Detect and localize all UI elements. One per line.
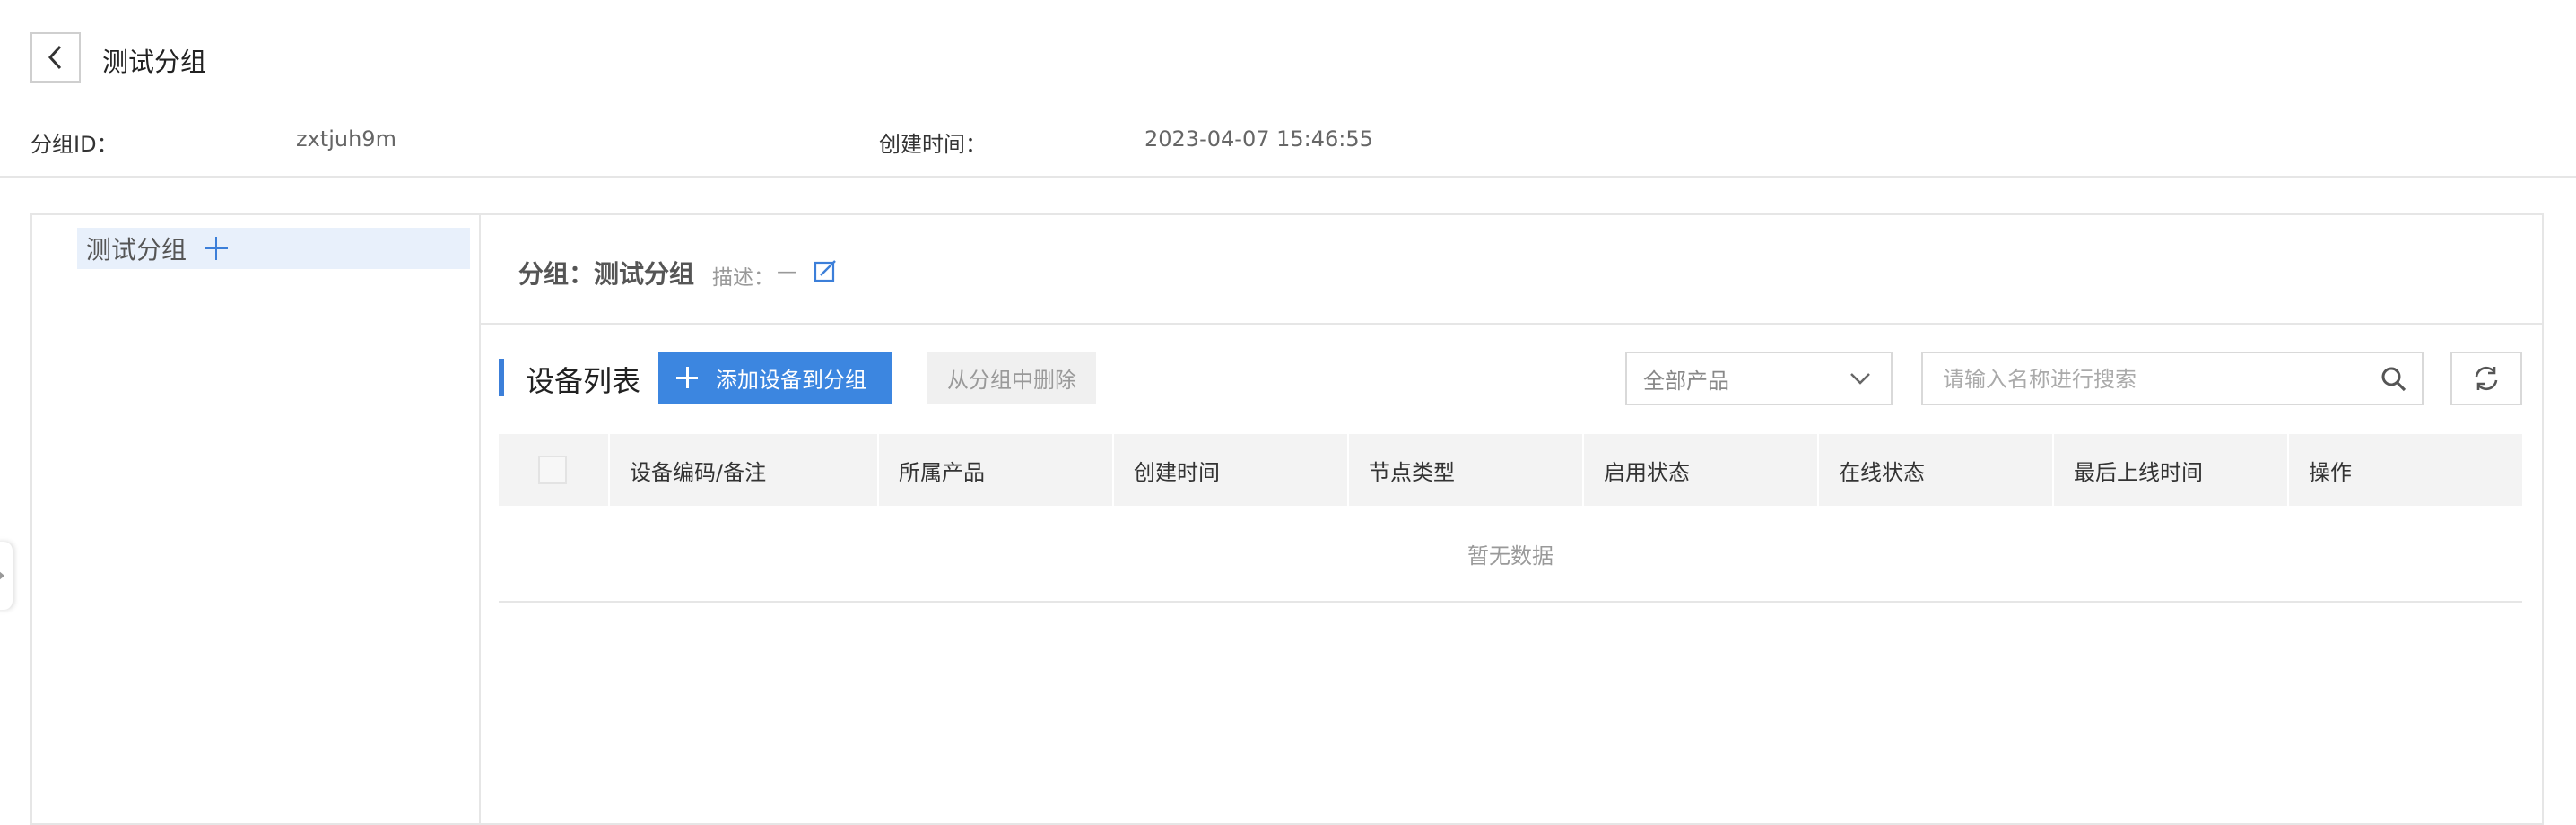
chevron-left-icon — [48, 45, 62, 70]
group-info-bar: 分组：测试分组 描述： — — [481, 215, 2542, 325]
back-button[interactable] — [30, 32, 81, 82]
search-icon[interactable] — [2380, 366, 2407, 393]
column-header-node-type: 节点类型 — [1347, 434, 1582, 506]
main-panel: 分组：测试分组 描述： — 设备列表 添加设备到分组 从分组中删除 全部产品 请… — [479, 213, 2544, 825]
empty-state-text: 暂无数据 — [499, 506, 2522, 603]
group-id-label: 分组ID： — [30, 132, 118, 157]
column-header-enable-status: 启用状态 — [1582, 434, 1817, 506]
edit-icon[interactable] — [813, 258, 838, 283]
add-device-label: 添加设备到分组 — [716, 368, 866, 393]
column-header-actions: 操作 — [2287, 434, 2522, 506]
group-name-label: 分组：测试分组 — [518, 259, 695, 289]
page-title: 测试分组 — [102, 47, 207, 77]
column-header-online-status: 在线状态 — [1817, 434, 2052, 506]
tree-node-group[interactable]: 测试分组 — [77, 228, 470, 269]
tree-node-label: 测试分组 — [86, 235, 187, 265]
table-header: 设备编码/备注 所属产品 创建时间 节点类型 启用状态 在线状态 最后上线时间 … — [499, 434, 2522, 506]
page-header: 测试分组 分组ID： zxtjuh9m 创建时间： 2023-04-07 15:… — [0, 0, 2576, 178]
add-subgroup-icon[interactable] — [205, 237, 229, 260]
chevron-down-icon — [1850, 373, 1870, 385]
remove-from-group-button[interactable]: 从分组中删除 — [927, 352, 1096, 404]
select-all-cell — [499, 434, 608, 506]
device-table: 设备编码/备注 所属产品 创建时间 节点类型 启用状态 在线状态 最后上线时间 … — [499, 434, 2522, 603]
column-header-last-online: 最后上线时间 — [2052, 434, 2287, 506]
plus-icon — [676, 367, 698, 388]
created-time-value: 2023-04-07 15:46:55 — [1144, 126, 1373, 152]
device-list-title: 设备列表 — [526, 364, 641, 398]
column-header-product: 所属产品 — [877, 434, 1112, 506]
created-time-label: 创建时间： — [879, 132, 987, 157]
add-device-to-group-button[interactable]: 添加设备到分组 — [658, 352, 892, 404]
product-select-value: 全部产品 — [1643, 368, 1729, 394]
column-header-device-code: 设备编码/备注 — [608, 434, 877, 506]
section-accent-bar — [499, 359, 504, 396]
search-input[interactable] — [1923, 353, 2375, 405]
refresh-button[interactable] — [2450, 352, 2522, 405]
select-all-checkbox[interactable] — [538, 456, 567, 484]
group-id-value: zxtjuh9m — [296, 126, 396, 152]
product-select[interactable]: 全部产品 — [1625, 352, 1893, 405]
refresh-icon — [2475, 366, 2498, 391]
search-box — [1921, 352, 2424, 405]
group-tree-panel: 测试分组 — [30, 213, 479, 825]
description-label: 描述： — [712, 266, 774, 290]
description-value: — — [777, 260, 797, 283]
sidebar-collapse-handle[interactable] — [0, 542, 13, 610]
column-header-created-time: 创建时间 — [1112, 434, 1347, 506]
